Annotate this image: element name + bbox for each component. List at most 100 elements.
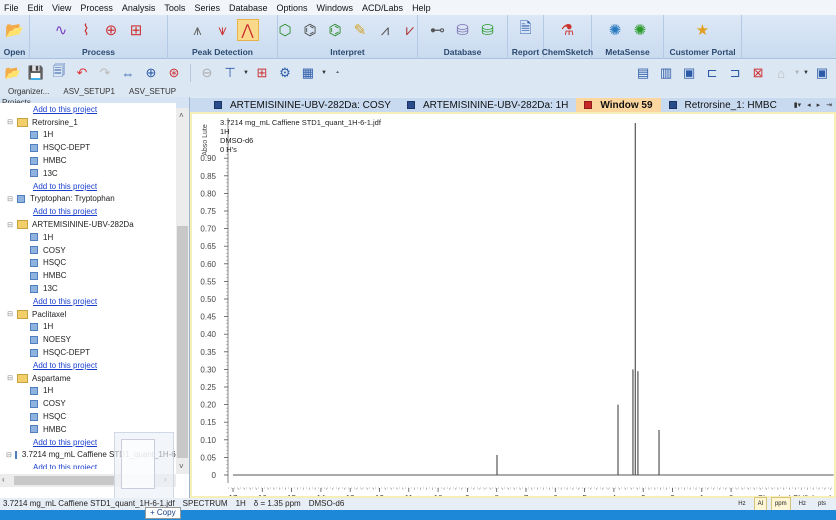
menu-edit[interactable]: Edit (28, 3, 44, 13)
table-icon[interactable]: ▦ (298, 63, 318, 83)
vertical-scrollbar[interactable]: ˄ ˅ (176, 108, 189, 474)
layout-single-icon[interactable]: ▣ (679, 63, 699, 83)
chevron-down-icon[interactable]: ▼ (803, 70, 809, 76)
tree-label[interactable]: HMBC (43, 156, 67, 165)
tab-end-icon[interactable]: ⇥ (826, 101, 832, 109)
ribbon-group-label[interactable]: Interpret (330, 45, 364, 59)
ribbon-group-label[interactable]: Process (82, 45, 115, 59)
ribbon-group-label[interactable]: Customer Portal (669, 45, 735, 59)
tree-label[interactable]: ARTEMISININE-UBV-282Da (32, 220, 134, 229)
collapse-icon[interactable]: ⊟ (6, 118, 14, 126)
ribbon-group-label[interactable]: Peak Detection (192, 45, 253, 59)
tree-label[interactable]: 1H (43, 322, 53, 331)
menu-analysis[interactable]: Analysis (122, 3, 156, 13)
asv-setup1-button[interactable]: ASV_SETUP1 (63, 87, 115, 96)
spectrum-window-icon[interactable]: ⊞ (252, 63, 272, 83)
tree-label[interactable]: COSY (43, 246, 66, 255)
tree-label[interactable]: Add to this project (33, 207, 97, 216)
reference-icon[interactable]: ⊕ (100, 19, 122, 41)
baseline-icon[interactable]: ⊞ (125, 19, 147, 41)
tree-project[interactable]: ⊟ Retrorsine_1 (0, 116, 176, 129)
chevron-down-icon[interactable]: ▼ (794, 70, 800, 76)
tree-link[interactable]: Add to this project (0, 295, 176, 308)
menu-acd-labs[interactable]: ACD/Labs (362, 3, 403, 13)
tree-item[interactable]: 13C (0, 282, 176, 295)
tree-label[interactable]: HSQC-DEPT (43, 143, 90, 152)
customer-portal-icon[interactable]: ★ (692, 19, 714, 41)
binoculars-icon[interactable]: ⊷ (427, 19, 449, 41)
tree-item[interactable]: COSY (0, 244, 176, 257)
fourier-transform-icon[interactable]: ∿ (50, 19, 72, 41)
layout-grid-icon[interactable]: ▤ (633, 63, 653, 83)
zoom-out-icon[interactable]: ⊖ (197, 63, 217, 83)
tree-item[interactable]: 13C (0, 167, 176, 180)
tree-item[interactable]: HSQC-DEPT (0, 346, 176, 359)
tree-item[interactable]: ⊟ Tryptophan: Tryptophan (0, 193, 176, 206)
tab-prev-icon[interactable]: ◂ (807, 101, 811, 109)
tree-label[interactable]: HMBC (43, 271, 67, 280)
assign-icon[interactable]: ⌬ (324, 19, 346, 41)
tree-label[interactable]: HMBC (43, 425, 67, 434)
menu-series[interactable]: Series (194, 3, 220, 13)
tree-label[interactable]: HSQC (43, 412, 66, 421)
menu-file[interactable]: File (4, 3, 19, 13)
unit-button-al[interactable]: Al (753, 497, 767, 511)
ribbon-group-label[interactable]: Open (4, 45, 26, 59)
metasense-add-icon[interactable]: ✺ (629, 19, 651, 41)
collapse-icon[interactable]: ⊟ (6, 374, 14, 382)
link-icon[interactable]: ⚙ (275, 63, 295, 83)
unit-button-hz[interactable]: Hz (734, 497, 749, 511)
tree-label[interactable]: Add to this project (33, 297, 97, 306)
tree-label[interactable]: Add to this project (33, 463, 97, 469)
metasense-icon[interactable]: ✺ (604, 19, 626, 41)
layout-stacked-icon[interactable]: ▥ (656, 63, 676, 83)
tree-label[interactable]: Tryptophan: Tryptophan (30, 194, 115, 203)
organizer-button[interactable]: Organizer... (8, 87, 49, 96)
tree-link[interactable]: Add to this project (0, 180, 176, 193)
tab-list-icon[interactable]: ▮▾ (794, 101, 801, 109)
tree-label[interactable]: HSQC-DEPT (43, 348, 90, 357)
tree-label[interactable]: Add to this project (33, 105, 97, 114)
open-project-icon[interactable]: 📂 (3, 63, 23, 83)
tree-label[interactable]: 1H (43, 233, 53, 242)
tree-item[interactable]: HSQC-DEPT (0, 141, 176, 154)
display-mode-icon[interactable]: ⊤ (220, 63, 240, 83)
save-icon[interactable]: 💾 (26, 63, 46, 83)
tab-next-icon[interactable]: ▸ (817, 101, 821, 109)
tree-item[interactable]: HMBC (0, 269, 176, 282)
tree-label[interactable]: Add to this project (33, 361, 97, 370)
overlay-remove-icon[interactable]: ⊠ (748, 63, 768, 83)
peak-pick-icon[interactable]: ⩚ (187, 19, 209, 41)
tree-link[interactable]: Add to this project (0, 359, 176, 372)
collapse-icon[interactable]: ⊟ (6, 221, 14, 229)
ribbon-group-label[interactable]: Report (512, 45, 539, 59)
tree-label[interactable]: Retrorsine_1 (32, 118, 78, 127)
menu-options[interactable]: Options (276, 3, 307, 13)
undo-icon[interactable]: ↶ (72, 63, 92, 83)
ribbon-group-label[interactable]: ChemSketch (542, 45, 594, 59)
scroll-thumb[interactable] (177, 226, 188, 458)
tree-item[interactable]: NOESY (0, 333, 176, 346)
database-add-icon[interactable]: ⛁ (477, 19, 499, 41)
tree-item[interactable]: 1H (0, 129, 176, 142)
menu-view[interactable]: View (52, 3, 71, 13)
tree-label[interactable]: Add to this project (33, 438, 97, 447)
overlay-add-icon[interactable]: ⊐ (725, 63, 745, 83)
tree-label[interactable]: 1H (43, 130, 53, 139)
tab-window-59[interactable]: Window 59 (576, 98, 661, 112)
structure-verify-icon[interactable]: ⬡ (274, 19, 296, 41)
zoom-reset-icon[interactable]: ⊛ (164, 63, 184, 83)
collapse-icon[interactable]: ⊟ (6, 195, 14, 203)
tree-item[interactable]: HMBC (0, 154, 176, 167)
phase-icon[interactable]: ⌇ (75, 19, 97, 41)
asv-setup-button[interactable]: ASV_SETUP (129, 87, 176, 96)
ubv-icon[interactable]: ⌬ (299, 19, 321, 41)
tree-label[interactable]: Aspartame (32, 374, 71, 383)
tab-retrorsine-1-hmbc[interactable]: Retrorsine_1: HMBC (661, 98, 785, 112)
overlay-icon[interactable]: ⊏ (702, 63, 722, 83)
tree-link[interactable]: Add to this project (0, 103, 176, 116)
tree-label[interactable]: 13C (43, 169, 58, 178)
overflow-icon[interactable]: ⩡ (336, 70, 339, 77)
collapse-icon[interactable]: ⊟ (6, 310, 14, 318)
zoom-box-icon[interactable]: ⊕ (141, 63, 161, 83)
